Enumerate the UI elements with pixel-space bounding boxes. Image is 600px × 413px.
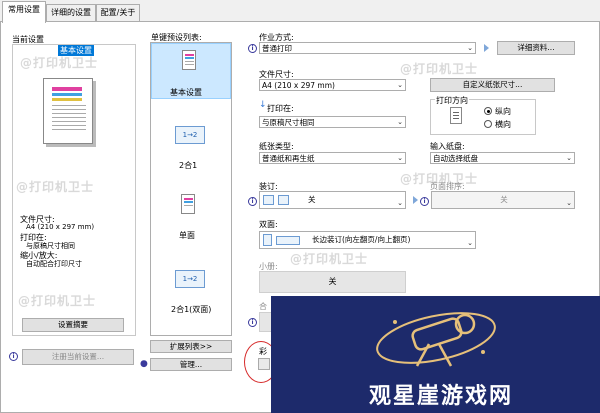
- tab-common-settings[interactable]: 常用设置: [2, 1, 46, 23]
- document-icon: [181, 194, 195, 214]
- info-icon: i: [248, 197, 257, 206]
- info-icon: i: [420, 197, 429, 206]
- file-size-summary-value: A4 (210 x 297 mm): [26, 223, 95, 231]
- watermark-text: @打印机卫士: [16, 180, 95, 194]
- file-size-select[interactable]: A4 (210 x 297 mm) ⌄: [259, 79, 406, 91]
- booklet-select[interactable]: 关: [259, 271, 406, 293]
- double-side-select[interactable]: 长边装订(向左翻页/向上翻页) ⌄: [259, 231, 476, 249]
- page-icon: [263, 195, 274, 205]
- preset-item-2in1[interactable]: 1→2 2合1: [151, 120, 231, 174]
- watermark-text: @打印机卫士: [290, 252, 369, 266]
- overlay-logo-banner: 观星崖游戏网: [271, 296, 600, 413]
- portrait-label: 纵向: [495, 107, 511, 116]
- two-in-one-icon: 1→2: [175, 126, 205, 144]
- landscape-radio[interactable]: [484, 120, 492, 128]
- input-tray-select[interactable]: 自动选择纸盘 ⌄: [430, 152, 575, 164]
- portrait-radio[interactable]: [484, 107, 492, 115]
- input-tray-label: 输入纸盘:: [430, 142, 465, 151]
- info-icon: i: [9, 352, 18, 361]
- binding-select[interactable]: 关 ⌄: [259, 191, 406, 209]
- tab-detailed-settings[interactable]: 详细的设置: [46, 4, 96, 22]
- telescope-logo-icon: [376, 312, 496, 367]
- chevron-down-icon: ⌄: [397, 199, 403, 207]
- arrow-down-icon: ↓: [259, 100, 267, 110]
- chevron-down-icon: ⌄: [397, 154, 403, 162]
- chevron-down-icon: ⌄: [566, 199, 572, 207]
- preset-item-2in1-duplex[interactable]: 1→2 2合1(双面): [151, 264, 231, 318]
- paper-type-label: 纸张类型:: [259, 142, 294, 151]
- chevron-down-icon: ⌄: [397, 118, 403, 126]
- document-preview-icon: [43, 78, 93, 144]
- landscape-label: 横向: [495, 120, 511, 129]
- zoom-summary-value: 自动配合打印尺寸: [26, 260, 82, 268]
- duplex-page-icon: [276, 236, 300, 245]
- partial-label: 合: [259, 302, 267, 311]
- page-icon: [278, 195, 289, 205]
- preset-item-simplex[interactable]: 单面: [151, 190, 231, 244]
- preset-item-label: 2合1: [179, 161, 198, 170]
- color-icon: [258, 358, 270, 370]
- tab-config-about[interactable]: 配置/关于: [96, 4, 140, 22]
- preset-item-label: 2合1(双面): [171, 305, 212, 314]
- preset-item-basic[interactable]: 基本设置: [151, 43, 231, 99]
- chevron-down-icon: ⌄: [397, 81, 403, 89]
- document-icon: [182, 50, 196, 70]
- settings-summary-button[interactable]: 设置摘要: [22, 318, 124, 332]
- watermark-text: @打印机卫士: [20, 56, 99, 70]
- page-order-select[interactable]: 关 ⌄: [431, 191, 575, 209]
- chevron-down-icon: ⌄: [467, 239, 473, 247]
- job-mode-select[interactable]: 普通打印 ⌄: [259, 42, 476, 54]
- info-icon: i: [248, 44, 257, 53]
- manage-button[interactable]: 管理...: [150, 358, 232, 371]
- double-side-label: 双面:: [259, 220, 278, 229]
- watermark-text: @打印机卫士: [400, 62, 479, 76]
- chevron-down-icon: ⌄: [566, 154, 572, 162]
- register-settings-button[interactable]: 注册当前设置...: [22, 349, 134, 365]
- print-on-select[interactable]: 与原稿尺寸相同 ⌄: [259, 116, 406, 128]
- paper-type-select[interactable]: 普通纸和再生纸 ⌄: [259, 152, 406, 164]
- arrow-right-icon: [413, 196, 418, 204]
- chevron-down-icon: ⌄: [467, 44, 473, 52]
- portrait-page-icon: [450, 107, 462, 124]
- watermark-text: @打印机卫士: [18, 294, 97, 308]
- preset-item-label: 单面: [179, 231, 195, 240]
- overlay-title: 观星崖游戏网: [368, 384, 513, 409]
- orientation-label: 打印方向: [435, 95, 469, 106]
- info-icon: i: [248, 318, 257, 327]
- duplex-page-icon: [263, 234, 272, 246]
- custom-paper-size-button[interactable]: 自定义纸张尺寸...: [430, 78, 555, 92]
- details-button[interactable]: 详细资料...: [497, 41, 575, 55]
- expand-list-button[interactable]: 扩展列表>>: [150, 340, 232, 353]
- print-on-label: 打印在:: [267, 104, 294, 113]
- two-in-one-duplex-icon: 1→2: [175, 270, 205, 288]
- preset-item-label: 基本设置: [170, 88, 202, 97]
- arrow-right-icon: [484, 44, 489, 52]
- user-icon: ●: [140, 359, 148, 369]
